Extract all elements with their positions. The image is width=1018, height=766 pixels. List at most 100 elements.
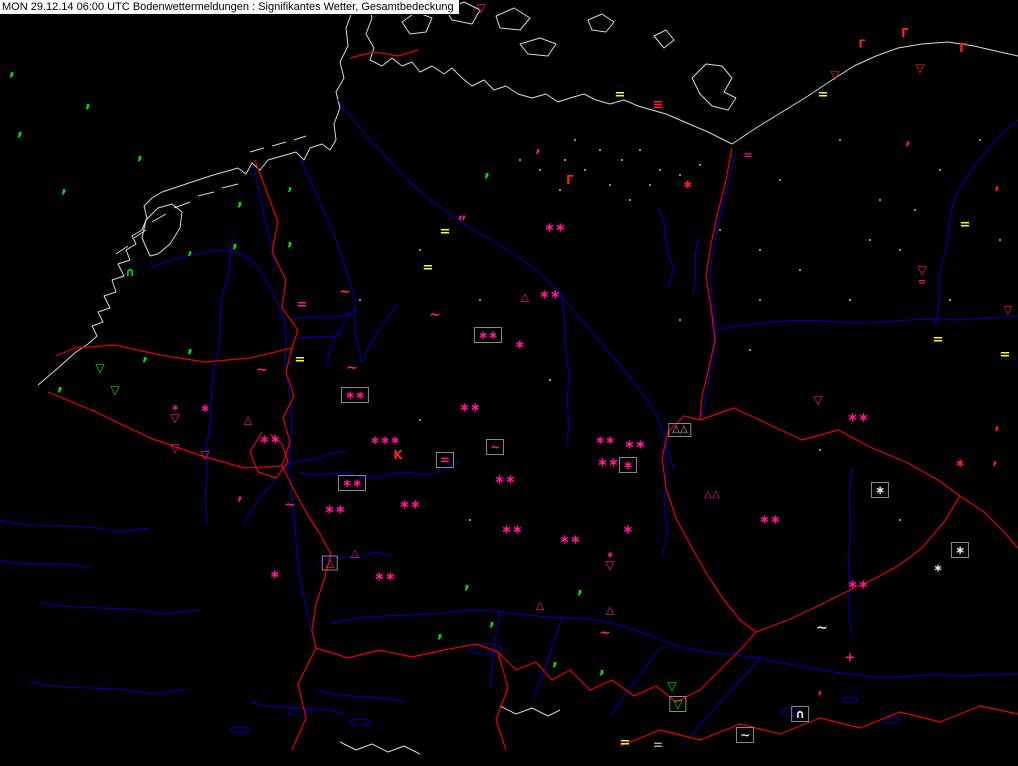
weather-symbol-graupel: △ [350, 546, 360, 560]
weather-symbol-mist: = [652, 738, 664, 752]
weather-symbol-snow: ∗∗ [324, 502, 346, 518]
weather-symbol-drizzle: , [483, 161, 491, 180]
weather-symbol-shower: ▽ [170, 411, 180, 425]
weather-symbol-snow: ∗ [514, 337, 526, 353]
weather-symbol-mist: = [439, 224, 451, 240]
weather-symbol-snow: ∗∗ [399, 497, 421, 513]
weather-symbol-haze: ∼ [429, 307, 441, 323]
weather-symbol-shower: ▽ [200, 448, 210, 462]
weather-symbol-haze: ∼ [599, 625, 611, 641]
weather-symbol-graupel: △ [243, 413, 253, 427]
weather-symbol-shower: ▽ [667, 679, 677, 693]
weather-symbol-snow: ∗ [870, 482, 890, 498]
weather-map-screen: ,,,,,,,,,,,,,,,,,,,, ▽ ▽ ▽ ▽ ∩ ▽, ∗∗ ∗∗ ∗∗ ∗∗ ∗∗ ∗∗ ∗… [0, 0, 1018, 766]
weather-symbol-snow: ∗∗ [597, 455, 619, 471]
weather-symbol-mark: Γ [901, 26, 909, 40]
weather-symbol-drizzle: , [16, 120, 24, 139]
weather-symbol-snow: ∗∗ [559, 532, 581, 548]
weather-symbol-drizzle: ” [457, 214, 467, 230]
weather-symbol-drizzle: , [551, 650, 559, 669]
weather-symbol-drizzle: , [236, 190, 244, 209]
weather-symbol-graupel: △ [321, 555, 339, 571]
weather-symbol-mist: = [959, 217, 971, 233]
weather-symbol-shower: ▽ [605, 558, 615, 572]
weather-symbol-snow: ∗∗ [544, 220, 566, 236]
weather-symbol-shower: ▽ [915, 61, 925, 75]
weather-symbol-drizzle: , [8, 60, 16, 79]
weather-symbol-snow: ∗ [269, 567, 281, 583]
weather-symbol-snow: ∗ [954, 456, 966, 470]
weather-symbol-shower: ▽ [669, 696, 687, 712]
weather-symbol-snow: ∗ [622, 522, 634, 538]
weather-symbol-graupel: △ [520, 290, 530, 304]
weather-symbol-mark: Γ [566, 173, 574, 187]
weather-symbol-haze: ∼ [256, 362, 268, 378]
weather-symbol-graupel: △ [605, 603, 615, 617]
weather-symbol-snow: ∗ [171, 403, 179, 414]
weather-symbol-mist: = [435, 452, 455, 468]
weather-symbol-drizzle: , [576, 578, 584, 597]
weather-symbol-graupel: △ [535, 598, 545, 612]
weather-symbol-shower: ▽ [170, 441, 180, 455]
weather-symbol-cross: + [844, 650, 856, 666]
weather-symbol-mist: = [294, 352, 306, 368]
weather-symbol-mark: Γ [858, 37, 866, 51]
weather-symbol-haze: ∼ [485, 439, 505, 455]
weather-symbol-snow: ∗∗ [459, 400, 481, 416]
title-text: MON 29.12.14 06:00 UTC Bodenwettermeldun… [2, 1, 454, 13]
weather-symbol-drizzle: , [535, 140, 541, 156]
weather-symbol-wave: ∩ [791, 706, 809, 722]
weather-symbol-drizzle: , [141, 345, 149, 364]
weather-symbol-drizzle: , [187, 242, 193, 258]
weather-symbol-haze: ∼ [816, 620, 828, 636]
weather-symbol-drizzle: , [84, 92, 92, 111]
weather-symbol-snow: ∗∗ [374, 569, 396, 585]
weather-symbol-mist: = [817, 87, 829, 103]
weather-symbol-mist: = [296, 297, 308, 313]
weather-symbol-mist: = [999, 347, 1011, 363]
weather-symbol-snow: ∗∗ [759, 512, 781, 528]
weather-symbol-snow: ∗∗ [847, 577, 869, 593]
weather-symbol-shower: ▽ [813, 393, 823, 407]
weather-symbol-snow: ∗ [618, 457, 638, 473]
title-bar: MON 29.12.14 06:00 UTC Bodenwettermeldun… [0, 0, 460, 15]
weather-symbol-thunderstorm: K [393, 448, 403, 462]
weather-symbol-shower: ▽ [830, 68, 840, 82]
weather-symbol-shower: ▽ [1003, 303, 1013, 317]
weather-symbol-haze: ∼ [284, 497, 296, 513]
weather-symbol-drizzle: , [436, 622, 444, 641]
weather-symbol-drizzle: , [992, 452, 998, 468]
weather-symbol-mist: = [422, 260, 434, 276]
weather-symbol-drizzle: , [994, 177, 1000, 193]
weather-symbol-haze: ∼ [346, 360, 358, 376]
weather-symbol-snow: ∗∗ [337, 475, 367, 491]
weather-symbol-drizzle: , [994, 417, 1000, 433]
weather-symbol-fog: ≡ [652, 97, 664, 113]
weather-symbol-snow: ∗∗ [340, 387, 370, 403]
weather-symbol-snow: ∗∗ [539, 287, 561, 303]
weather-symbol-mist: = [917, 277, 927, 288]
weather-symbol-snow: ∗∗ [259, 432, 281, 448]
weather-symbol-layer: ,,,,,,,,,,,,,,,,,,,, ▽ ▽ ▽ ▽ ∩ ▽, ∗∗ ∗∗ ∗∗ ∗∗ ∗∗ ∗∗ ∗… [0, 0, 1018, 766]
weather-symbol-drizzle: , [136, 144, 144, 163]
weather-symbol-mist: = [614, 87, 626, 103]
weather-symbol-shower: ▽ [476, 1, 486, 15]
weather-symbol-drizzle: , [286, 230, 294, 249]
weather-symbol-snow: ∗ [606, 550, 614, 561]
weather-symbol-snow: ∗∗ [594, 433, 616, 447]
weather-symbol-shower: ▽ [95, 361, 105, 375]
weather-symbol-haze: ∼ [339, 284, 351, 300]
weather-symbol-drizzle: , [287, 178, 293, 194]
weather-symbol-drizzle: , [905, 130, 911, 149]
weather-symbol-snow: ∗∗ [494, 472, 516, 488]
weather-symbol-drizzle: , [817, 682, 823, 698]
weather-symbol-drizzle: , [598, 658, 606, 677]
weather-symbol-drizzle: , [237, 485, 243, 504]
weather-symbol-drizzle: , [186, 337, 194, 356]
weather-symbol-snow: ∗∗ [473, 327, 503, 343]
weather-symbol-snow: ∗∗ [847, 410, 869, 426]
weather-symbol-wave: ∩ [125, 265, 135, 279]
weather-symbol-drizzle: , [463, 573, 471, 592]
weather-symbol-drizzle: , [488, 610, 496, 629]
weather-symbol-snow: ∗ [682, 177, 694, 193]
